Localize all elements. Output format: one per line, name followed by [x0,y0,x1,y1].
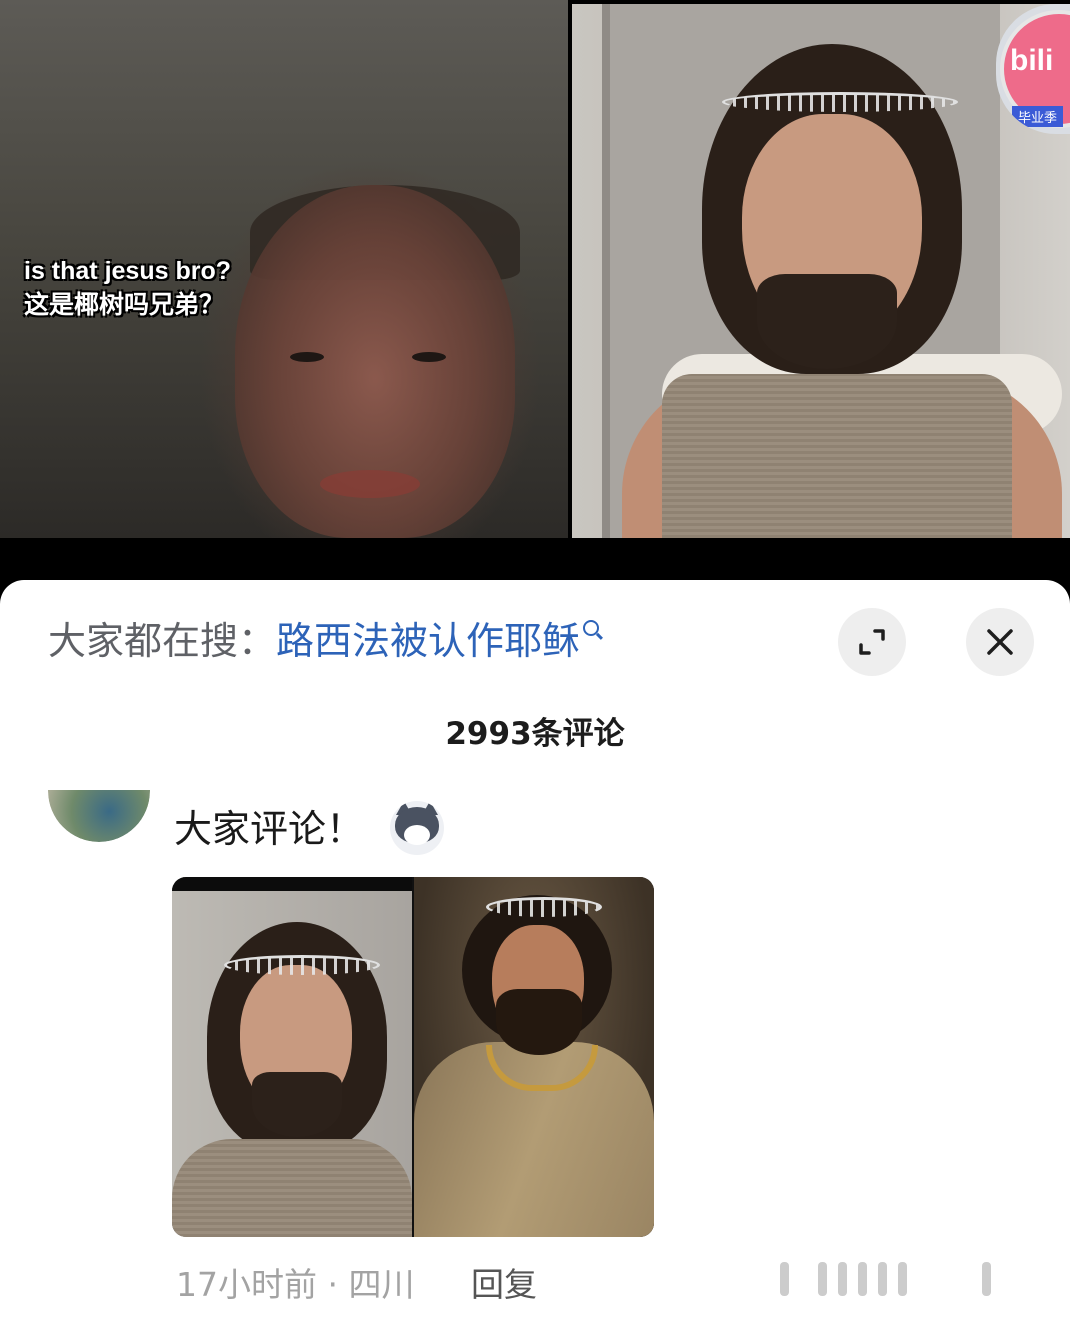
video-right-pane [572,4,1070,538]
trending-search-label: 大家都在搜： [48,619,277,663]
reply-button[interactable]: 回复 [471,1265,537,1304]
subtitle-english: is that jesus bro? [24,257,231,285]
comment-image[interactable] [172,877,654,1237]
close-button[interactable] [966,608,1034,676]
video-left-pane: is that jesus bro? 这是椰树吗兄弟？ [0,0,568,538]
trending-search[interactable]: 大家都在搜：路西法被认作耶稣 [48,618,600,664]
action-bar [878,1262,887,1296]
mouth [320,470,420,498]
action-bar [898,1262,907,1296]
avatar[interactable] [48,790,150,842]
badge-logo-text: bili [1010,44,1054,77]
action-bar [858,1262,867,1296]
trending-search-query[interactable]: 路西法被认作耶稣 [276,619,580,663]
comment-sheet: 大家都在搜：路西法被认作耶稣 2993条评论 大家评论！ 17小时前 · 四川 … [0,580,1070,1321]
video-player[interactable]: is that jesus bro? 这是椰树吗兄弟？ bili 毕业季 [0,0,1070,580]
comment-text: 大家评论！ [174,807,365,851]
eye [412,352,446,362]
dislike-icon[interactable] [982,1262,991,1296]
close-icon [987,629,1013,655]
search-icon[interactable] [583,620,600,636]
video-subtitle: is that jesus bro? 这是椰树吗兄弟？ [24,254,231,322]
comment-count: 2993条评论 [445,716,625,752]
comment-time: 17小时前 [176,1265,317,1304]
comment-actions[interactable] [770,1258,1000,1298]
crown-of-thorns [486,897,602,917]
badge-subtext: 毕业季 [1012,106,1064,127]
comment-image-right [414,877,654,1237]
comment-meta: 17小时前 · 四川 回复 [176,1258,537,1306]
emoji-muzzle [404,825,430,845]
meta-separator: · [327,1265,339,1304]
action-bar [818,1262,827,1296]
expand-button[interactable] [838,608,906,676]
comment-image-left [172,877,412,1237]
action-bar [838,1262,847,1296]
beard [757,274,897,369]
subtitle-chinese: 这是椰树吗兄弟？ [24,291,225,319]
crown-of-thorns [224,955,380,975]
knit-vest [172,1139,412,1237]
beard [496,989,582,1055]
image-top-bar [172,877,412,891]
expand-icon [859,629,885,655]
eye [290,352,324,362]
husky-emoji-icon [390,801,444,855]
avatar-image [48,790,150,842]
comment-location: 四川 [348,1265,415,1304]
crown-of-thorns [722,92,958,112]
like-icon[interactable] [780,1262,789,1296]
beard [252,1072,342,1137]
knit-vest [662,374,1012,538]
